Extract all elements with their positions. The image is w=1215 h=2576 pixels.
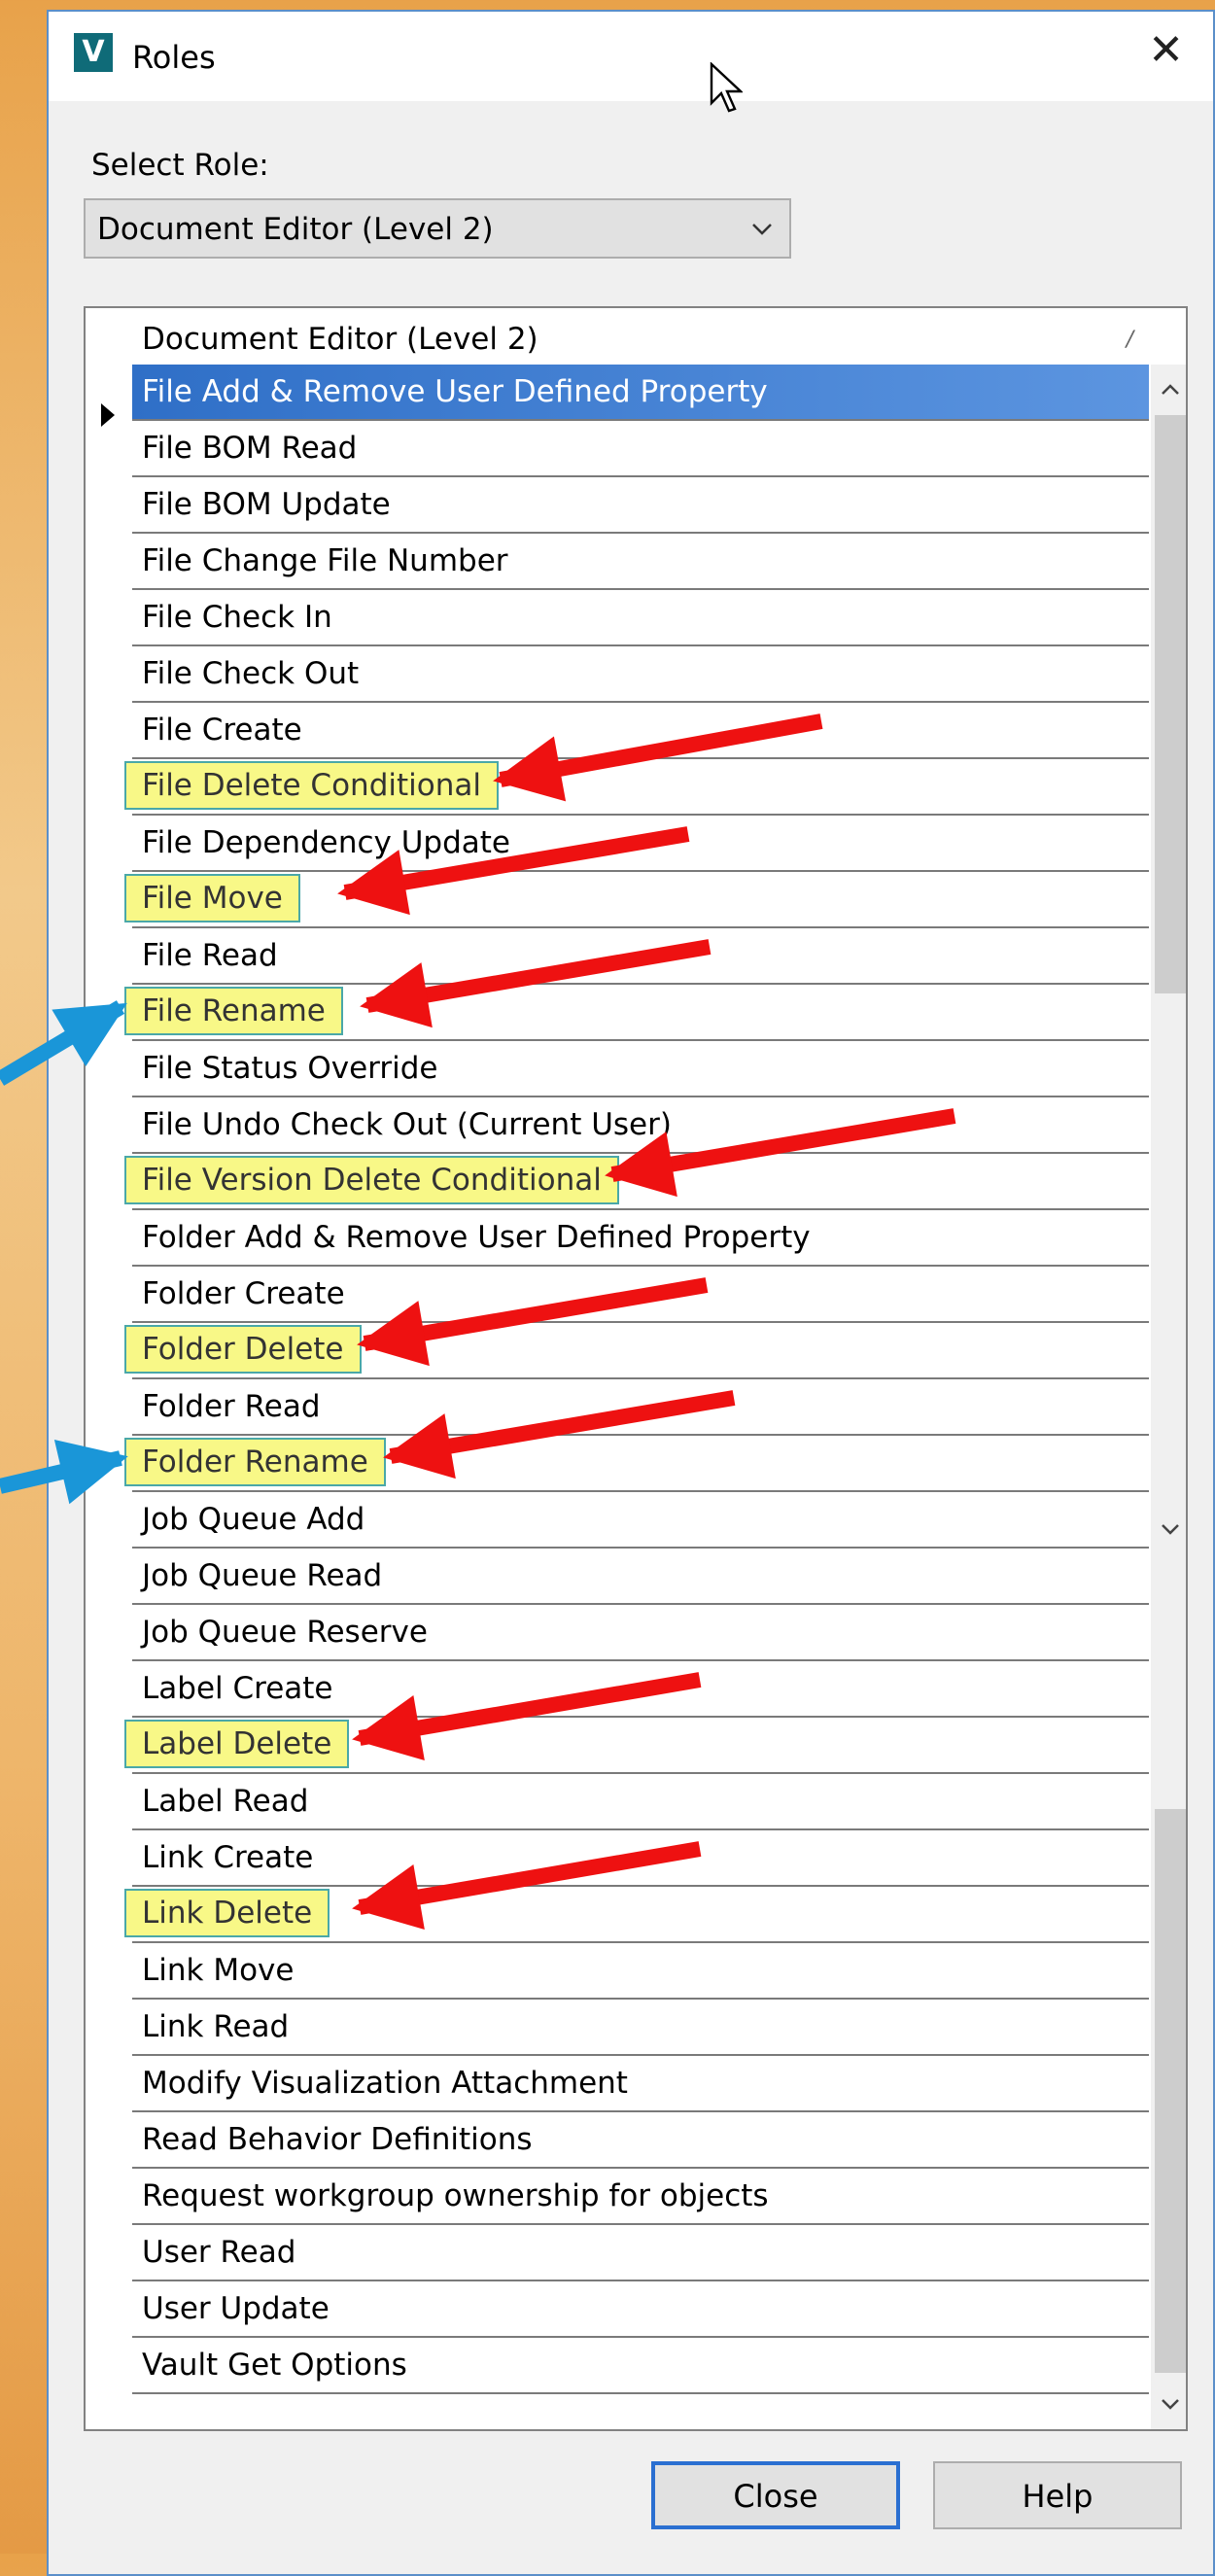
table-row[interactable]: Read Behavior Definitions [132, 2112, 1149, 2169]
row-label: Modify Visualization Attachment [142, 2066, 628, 2101]
select-role-label: Select Role: [91, 148, 269, 183]
table-row[interactable]: File Add & Remove User Defined Property [132, 365, 1149, 421]
scroll-up-icon[interactable] [1155, 372, 1186, 407]
row-label: File Status Override [142, 1051, 438, 1086]
row-label: File BOM Read [142, 431, 358, 466]
row-label: Job Queue Read [142, 1558, 383, 1593]
row-label: Read Behavior Definitions [142, 2122, 533, 2157]
row-label: File BOM Update [142, 487, 391, 522]
row-label: File Check In [142, 600, 332, 635]
table-row[interactable]: Folder Add & Remove User Defined Propert… [132, 1210, 1149, 1267]
row-label: File Add & Remove User Defined Property [142, 374, 768, 409]
row-label: File Dependency Update [142, 825, 510, 860]
table-row[interactable]: File Status Override [132, 1041, 1149, 1097]
row-label: File Version Delete Conditional [124, 1156, 619, 1204]
vault-app-icon: V [74, 33, 113, 72]
help-button[interactable]: Help [933, 2461, 1182, 2529]
table-row[interactable]: File Create [132, 703, 1149, 759]
select-role-dropdown[interactable]: Document Editor (Level 2) [84, 198, 791, 259]
close-window-icon[interactable]: ✕ [1148, 29, 1184, 72]
row-label: Job Queue Reserve [142, 1615, 428, 1650]
table-row[interactable]: Label Create [132, 1661, 1149, 1718]
row-label: File Rename [124, 987, 343, 1035]
table-row[interactable]: Link Create [132, 1830, 1149, 1887]
table-row[interactable]: Job Queue Add [132, 1492, 1149, 1549]
row-label: Folder Create [142, 1276, 345, 1311]
scrollbar-thumb[interactable] [1155, 415, 1186, 993]
row-label: File Undo Check Out (Current User) [142, 1107, 672, 1142]
row-label: File Create [142, 713, 302, 748]
row-label: File Delete Conditional [124, 761, 499, 810]
table-row[interactable]: File BOM Update [132, 477, 1149, 534]
mouse-cursor-icon [710, 62, 743, 113]
table-row[interactable]: File Undo Check Out (Current User) [132, 1097, 1149, 1154]
row-label: File Read [142, 938, 278, 973]
close-button[interactable]: Close [651, 2461, 900, 2529]
row-label: File Check Out [142, 656, 360, 691]
role-permissions-grid: Document Editor (Level 2) / File Add & R… [84, 306, 1188, 2431]
table-row[interactable]: Request workgroup ownership for objects [132, 2169, 1149, 2225]
table-row[interactable]: Link Read [132, 2000, 1149, 2056]
row-label: User Update [142, 2291, 330, 2326]
table-row[interactable]: Label Delete [124, 1718, 1149, 1774]
row-label: Folder Rename [124, 1438, 386, 1486]
row-label: File Move [124, 874, 300, 922]
row-label: Folder Read [142, 1389, 321, 1424]
table-row[interactable]: File Delete Conditional [124, 759, 1149, 816]
scroll-down-icon[interactable] [1155, 2386, 1186, 2421]
window-title: Roles [132, 39, 216, 76]
column-header[interactable]: Document Editor (Level 2) / [132, 318, 1151, 365]
row-label: Label Delete [124, 1720, 350, 1768]
table-row[interactable]: Folder Rename [124, 1436, 1149, 1492]
scrollbar-thumb-lower[interactable] [1155, 1809, 1186, 2373]
title-bar: V Roles ✕ [49, 12, 1213, 113]
table-row[interactable]: Vault Get Options [132, 2338, 1149, 2394]
roles-dialog: V Roles ✕ Select Role: Document Editor (… [47, 10, 1215, 2576]
table-row[interactable]: File Move [124, 872, 1149, 928]
table-row[interactable]: File Change File Number [132, 534, 1149, 590]
table-row[interactable]: Link Delete [124, 1887, 1149, 1943]
table-row[interactable]: File Dependency Update [132, 816, 1149, 872]
select-role-value: Document Editor (Level 2) [97, 212, 494, 247]
table-row[interactable]: File Read [132, 928, 1149, 985]
table-row[interactable]: File BOM Read [132, 421, 1149, 477]
table-row[interactable]: Label Read [132, 1774, 1149, 1830]
row-label: Link Delete [124, 1889, 330, 1937]
row-label: Label Create [142, 1671, 333, 1706]
sort-indicator-icon: / [1126, 328, 1133, 352]
table-row[interactable]: File Rename [124, 985, 1149, 1041]
chevron-down-icon [1162, 1524, 1179, 1535]
table-row[interactable]: Job Queue Read [132, 1549, 1149, 1605]
row-label: Folder Add & Remove User Defined Propert… [142, 1220, 811, 1255]
row-label: Folder Delete [124, 1325, 362, 1374]
row-label: Label Read [142, 1784, 309, 1819]
table-row[interactable]: File Version Delete Conditional [124, 1154, 1149, 1210]
table-row[interactable]: Link Move [132, 1943, 1149, 2000]
table-row[interactable]: Folder Create [132, 1267, 1149, 1323]
table-row[interactable]: User Update [132, 2281, 1149, 2338]
current-row-indicator-icon [101, 403, 115, 427]
row-label: Link Move [142, 1953, 295, 1988]
column-header-label: Document Editor (Level 2) [142, 322, 538, 357]
table-row[interactable]: Folder Delete [124, 1323, 1149, 1379]
table-row[interactable]: File Check Out [132, 646, 1149, 703]
table-row[interactable]: Modify Visualization Attachment [132, 2056, 1149, 2112]
table-row[interactable]: Folder Read [132, 1379, 1149, 1436]
row-label: Request workgroup ownership for objects [142, 2178, 769, 2213]
table-row[interactable]: Job Queue Reserve [132, 1605, 1149, 1661]
table-row[interactable]: User Read [132, 2225, 1149, 2281]
row-label: File Change File Number [142, 543, 508, 578]
vertical-scrollbar[interactable] [1151, 365, 1186, 2429]
table-row[interactable]: File Check In [132, 590, 1149, 646]
row-label: Vault Get Options [142, 2348, 407, 2383]
row-label: User Read [142, 2235, 296, 2270]
row-label: Link Read [142, 2009, 290, 2044]
row-label: Job Queue Add [142, 1502, 365, 1537]
row-label: Link Create [142, 1840, 314, 1875]
chevron-down-icon [752, 224, 772, 235]
